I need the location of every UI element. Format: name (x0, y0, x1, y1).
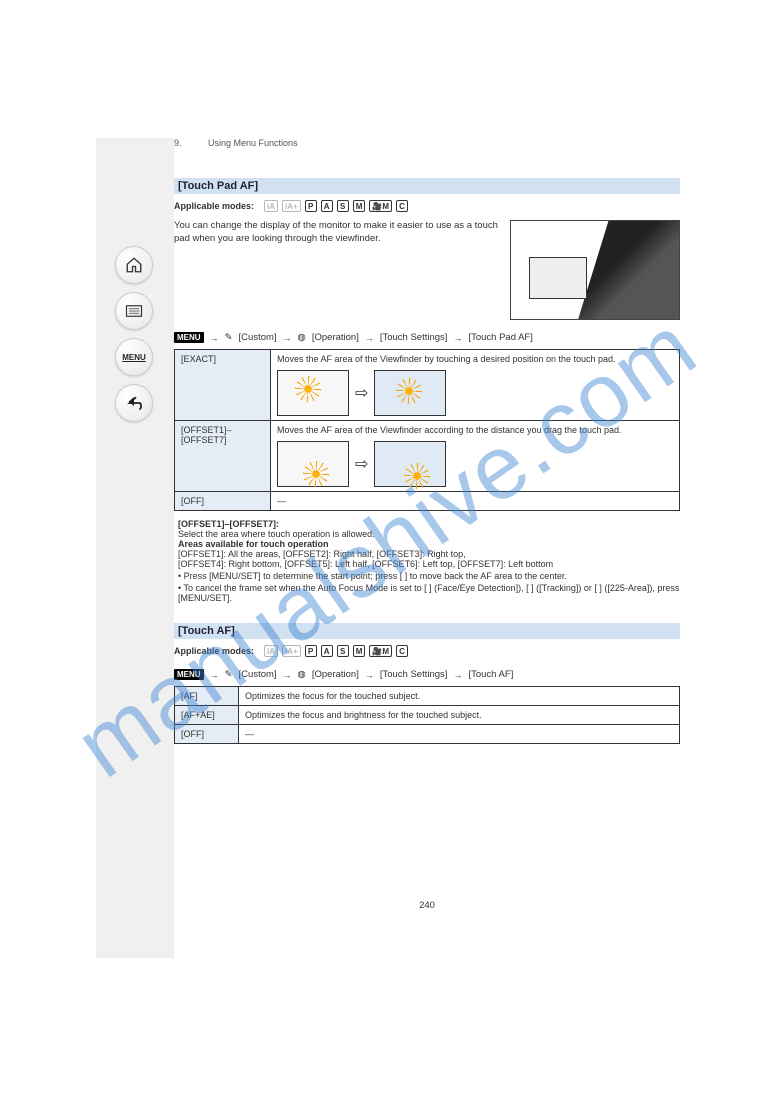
option-key: [OFF] (175, 725, 239, 744)
nav-menu-button[interactable]: MENU (115, 338, 153, 376)
exact-illustration-row: ⇨ (277, 370, 673, 416)
viewfinder-drag-illustration (374, 441, 446, 487)
mode-icon-c: C (396, 645, 408, 657)
arrow-sep-icon: → (283, 333, 292, 343)
mode-icon-m: M (353, 200, 366, 212)
note-bullet: To cancel the frame set when the Auto Fo… (178, 583, 680, 603)
operation-label: [Operation] (312, 669, 359, 680)
touch-settings-label: [Touch Settings] (380, 332, 448, 343)
mode-icon-p: P (305, 200, 317, 212)
touch-pad-af-label: [Touch Pad AF] (468, 332, 532, 343)
arrow-sep-icon: → (453, 333, 462, 343)
page-number: 240 (174, 900, 680, 911)
option-value: Moves the AF area of the Viewfinder by t… (277, 354, 616, 364)
arrow-sep-icon: → (365, 333, 374, 343)
section2-menu-path: MENU → ✎ [Custom] → ◍ [Operation] → [Tou… (174, 669, 680, 680)
option-key: [AF] (175, 687, 239, 706)
flow-arrow-icon: ⇨ (355, 383, 368, 403)
menu-badge-icon: MENU (174, 332, 204, 343)
table-row: [OFF] — (175, 725, 680, 744)
wrench-icon: ✎ (225, 332, 233, 343)
touch-af-label: [Touch AF] (468, 669, 513, 680)
touchpad-drag-illustration (277, 441, 349, 487)
option-value: Optimizes the focus and brightness for t… (239, 706, 680, 725)
note-bullet: Press [MENU/SET] to determine the start … (178, 571, 680, 581)
table-row: [AF] Optimizes the focus for the touched… (175, 687, 680, 706)
section1-title-bar: [Touch Pad AF] (174, 178, 680, 194)
section1-options-table: [EXACT] Moves the AF area of the Viewfin… (174, 349, 680, 511)
menu-badge-icon: MENU (174, 669, 204, 680)
table-row: [OFF] — (175, 492, 680, 511)
home-icon (125, 256, 143, 274)
mode-icon-iaplus: iA+ (282, 645, 301, 657)
custom-label: [Custom] (239, 332, 277, 343)
arrow-sep-icon: → (365, 670, 374, 680)
mode-icon-c: C (396, 200, 408, 212)
page-content: 9. Using Menu Functions [Touch Pad AF] A… (174, 138, 680, 744)
viewfinder-screen-illustration (374, 370, 446, 416)
mode-icon-movie: 🎥M (369, 200, 392, 212)
option-value: Optimizes the focus for the touched subj… (239, 687, 680, 706)
mode-icon-ia: iA (264, 200, 278, 212)
table-row: [EXACT] Moves the AF area of the Viewfin… (175, 350, 680, 421)
offset-caption: Areas available for touch operation (178, 539, 329, 549)
table-row: [AF+AE] Optimizes the focus and brightne… (175, 706, 680, 725)
dial-icon: ◍ (298, 332, 306, 343)
option-value: — (239, 725, 680, 744)
offset-item-line: [OFFSET4]: Right bottom, [OFFSET5]: Left… (178, 559, 680, 569)
offset-range-label: [OFFSET1]–[OFFSET7]: (178, 519, 279, 529)
offset-subsection: [OFFSET1]–[OFFSET7]: Select the area whe… (178, 519, 680, 569)
section2-title-bar: [Touch AF] (174, 623, 680, 639)
custom-label: [Custom] (239, 669, 277, 680)
mode-icon-movie: 🎥M (369, 645, 392, 657)
mode-icon-iaplus: iA+ (282, 200, 301, 212)
mode-icon-s: S (337, 200, 349, 212)
option-key: [EXACT] (175, 350, 271, 421)
table-row: [OFFSET1]– [OFFSET7] Moves the AF area o… (175, 421, 680, 492)
option-key: [AF+AE] (175, 706, 239, 725)
nav-back-button[interactable] (115, 384, 153, 422)
nav-home-button[interactable] (115, 246, 153, 284)
touchpad-screen-illustration (277, 370, 349, 416)
mode-icon-ia: iA (264, 645, 278, 657)
chapter-title: Using Menu Functions (208, 138, 298, 148)
chapter-number: 9. (174, 138, 208, 148)
chapter-header: 9. Using Menu Functions (174, 138, 680, 148)
section1-mode-row: Applicable modes: iA iA+ P A S M 🎥M C (174, 200, 680, 212)
option-value: Moves the AF area of the Viewfinder acco… (277, 425, 622, 435)
option-value: — (271, 492, 680, 511)
offset-illustration-row: ⇨ (277, 441, 673, 487)
wrench-icon: ✎ (225, 669, 233, 680)
dial-icon: ◍ (298, 669, 306, 680)
mode-icon-s: S (337, 645, 349, 657)
operation-label: [Operation] (312, 332, 359, 343)
option-value-cell: Moves the AF area of the Viewfinder by t… (271, 350, 680, 421)
nav-contents-button[interactable] (115, 292, 153, 330)
touch-settings-label: [Touch Settings] (380, 669, 448, 680)
mode-icon-m: M (353, 645, 366, 657)
mode-icon-a: A (321, 200, 333, 212)
arrow-sep-icon: → (453, 670, 462, 680)
mode-icon-a: A (321, 645, 333, 657)
back-arrow-icon (125, 394, 143, 412)
applicable-modes-label: Applicable modes: (174, 201, 254, 211)
option-value-cell: Moves the AF area of the Viewfinder acco… (271, 421, 680, 492)
nav-icon-column: MENU (115, 246, 159, 430)
offset-item-line: [OFFSET1]: All the areas, [OFFSET2]: Rig… (178, 549, 680, 559)
mode-icon-p: P (305, 645, 317, 657)
list-icon (125, 304, 143, 318)
viewfinder-illustration (510, 220, 680, 320)
applicable-modes-label: Applicable modes: (174, 646, 254, 656)
section2-mode-row: Applicable modes: iA iA+ P A S M 🎥M C (174, 645, 680, 657)
arrow-sep-icon: → (210, 670, 219, 680)
section1-menu-path: MENU → ✎ [Custom] → ◍ [Operation] → [Tou… (174, 332, 680, 343)
section2-options-table: [AF] Optimizes the focus for the touched… (174, 686, 680, 744)
option-key: [OFFSET1]– [OFFSET7] (175, 421, 271, 492)
arrow-sep-icon: → (210, 333, 219, 343)
offset-desc: Select the area where touch operation is… (178, 529, 680, 539)
option-key: [OFF] (175, 492, 271, 511)
flow-arrow-icon: ⇨ (355, 454, 368, 474)
arrow-sep-icon: → (283, 670, 292, 680)
